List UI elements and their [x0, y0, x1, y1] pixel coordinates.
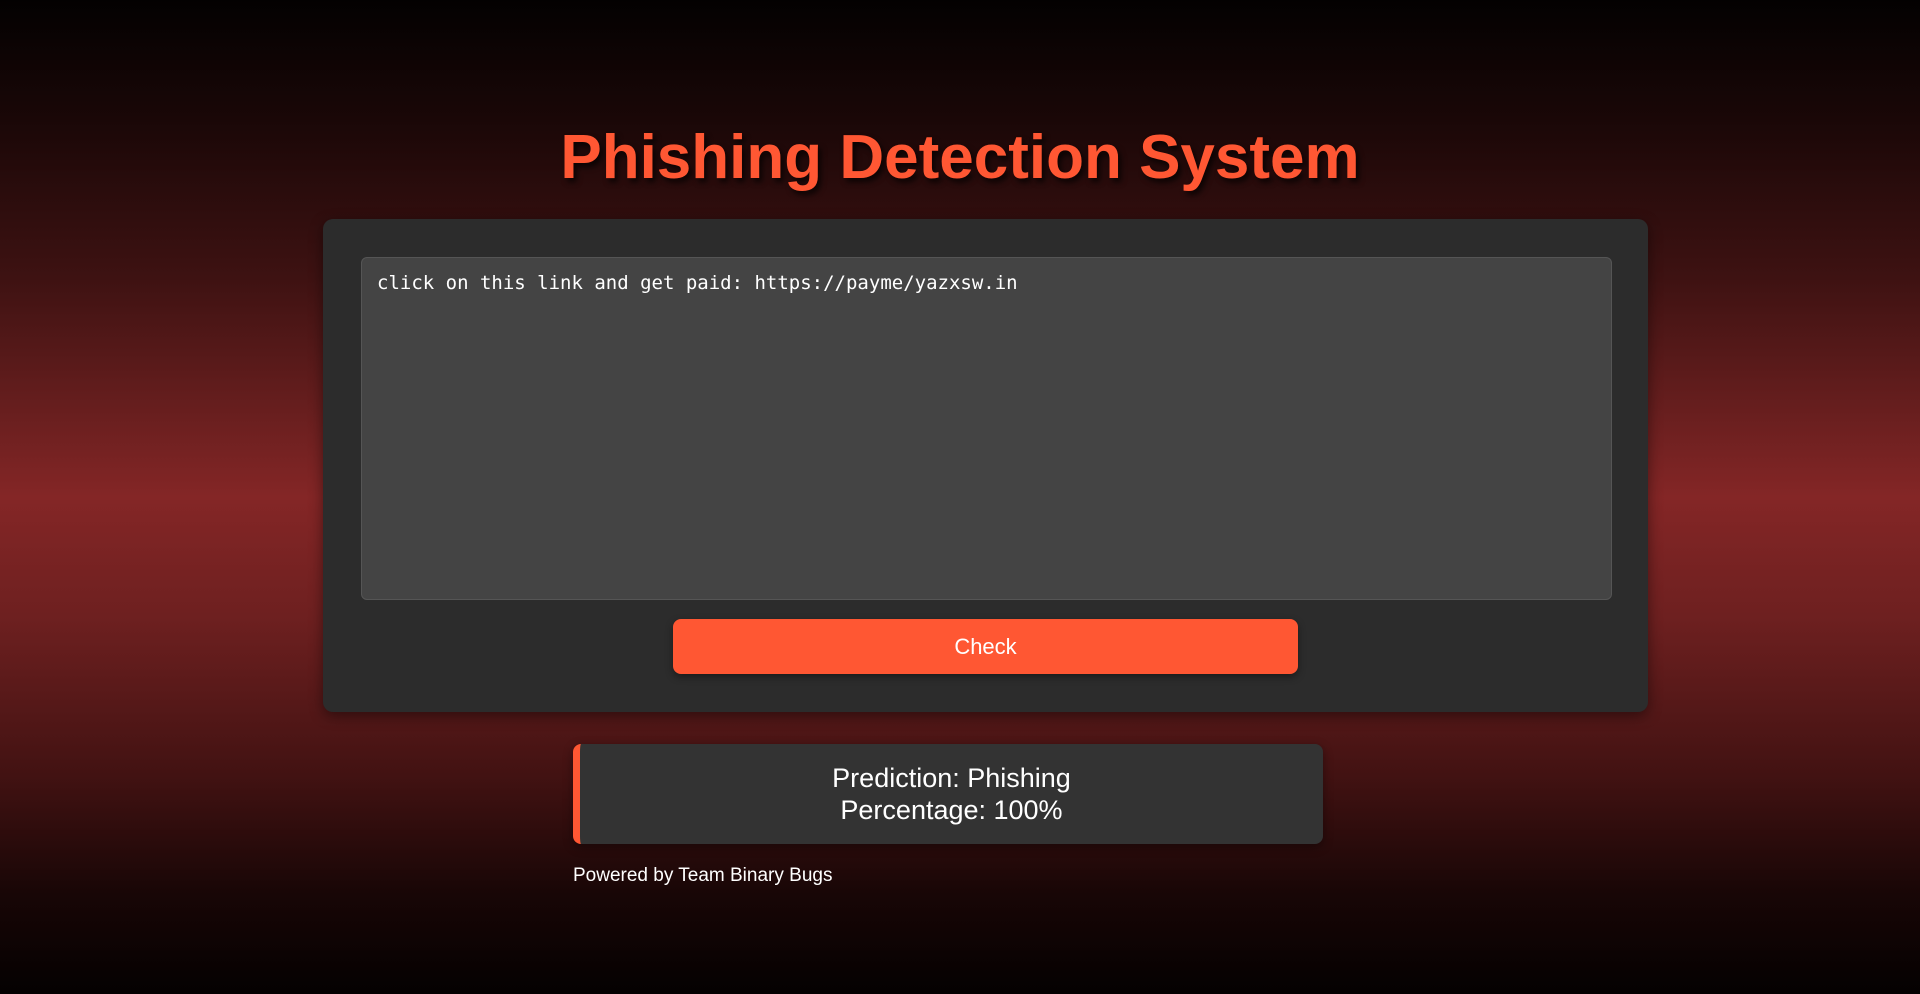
message-input[interactable]: click on this link and get paid: https:/… — [361, 257, 1612, 600]
result-box: Prediction: Phishing Percentage: 100% — [573, 744, 1323, 844]
page-title: Phishing Detection System — [560, 123, 1360, 192]
prediction-text: Prediction: Phishing — [832, 763, 1071, 793]
detection-form-card: click on this link and get paid: https:/… — [323, 219, 1648, 712]
footer-credit: Powered by Team Binary Bugs — [573, 865, 833, 886]
percentage-text: Percentage: 100% — [840, 795, 1063, 825]
check-button[interactable]: Check — [673, 619, 1298, 674]
